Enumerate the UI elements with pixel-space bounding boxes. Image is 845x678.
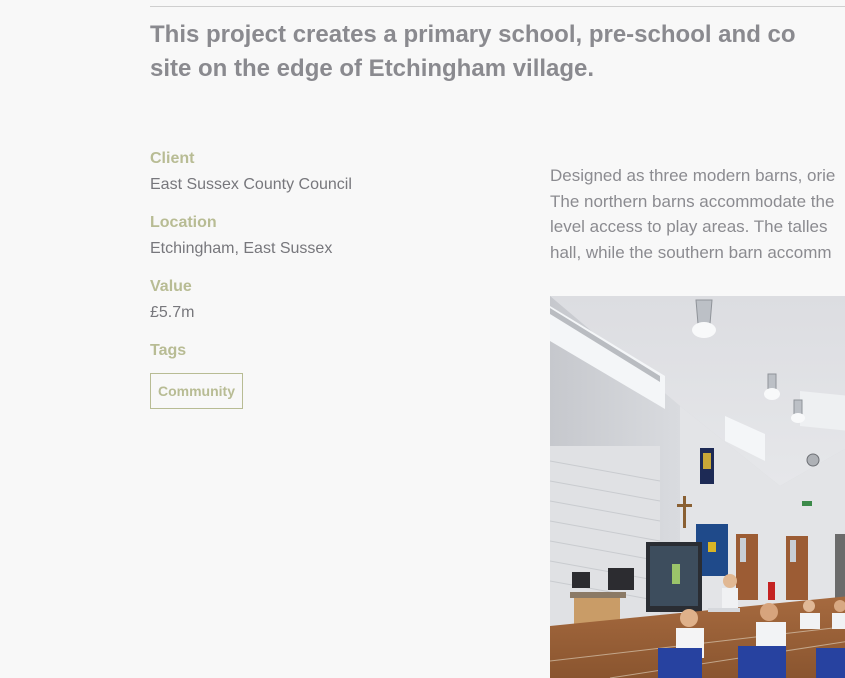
description-line: The northern barns accommodate the <box>550 191 835 211</box>
summary-line-2: site on the edge of Etchingham village. <box>150 55 595 82</box>
project-page: This project creates a primary school, p… <box>0 0 845 678</box>
client-value: East Sussex County Council <box>150 176 352 193</box>
project-summary-heading: This project creates a primary school, p… <box>150 18 845 86</box>
value-value: £5.7m <box>150 304 195 321</box>
top-divider <box>150 6 845 7</box>
tags-label: Tags <box>150 342 187 359</box>
client-detail: Client East Sussex County Council <box>150 149 510 195</box>
client-label: Client <box>150 150 195 167</box>
location-label: Location <box>150 214 217 231</box>
project-details: Client East Sussex County Council Locati… <box>150 149 510 427</box>
value-label: Value <box>150 278 192 295</box>
value-detail: Value £5.7m <box>150 277 510 323</box>
project-description: Designed as three modern barns, orie The… <box>550 163 845 265</box>
description-line: level access to play areas. The talles <box>550 217 828 236</box>
location-detail: Location Etchingham, East Sussex <box>150 213 510 259</box>
summary-line-1: This project creates a primary school, p… <box>150 21 796 48</box>
photo-illustration <box>550 296 845 678</box>
tag-community[interactable]: Community <box>150 373 243 409</box>
tags-detail: Tags Community <box>150 341 510 409</box>
location-value: Etchingham, East Sussex <box>150 240 333 257</box>
description-line: Designed as three modern barns, orie <box>550 166 836 185</box>
description-line: hall, while the southern barn accomm <box>550 242 832 262</box>
school-hall-photo <box>550 296 845 678</box>
